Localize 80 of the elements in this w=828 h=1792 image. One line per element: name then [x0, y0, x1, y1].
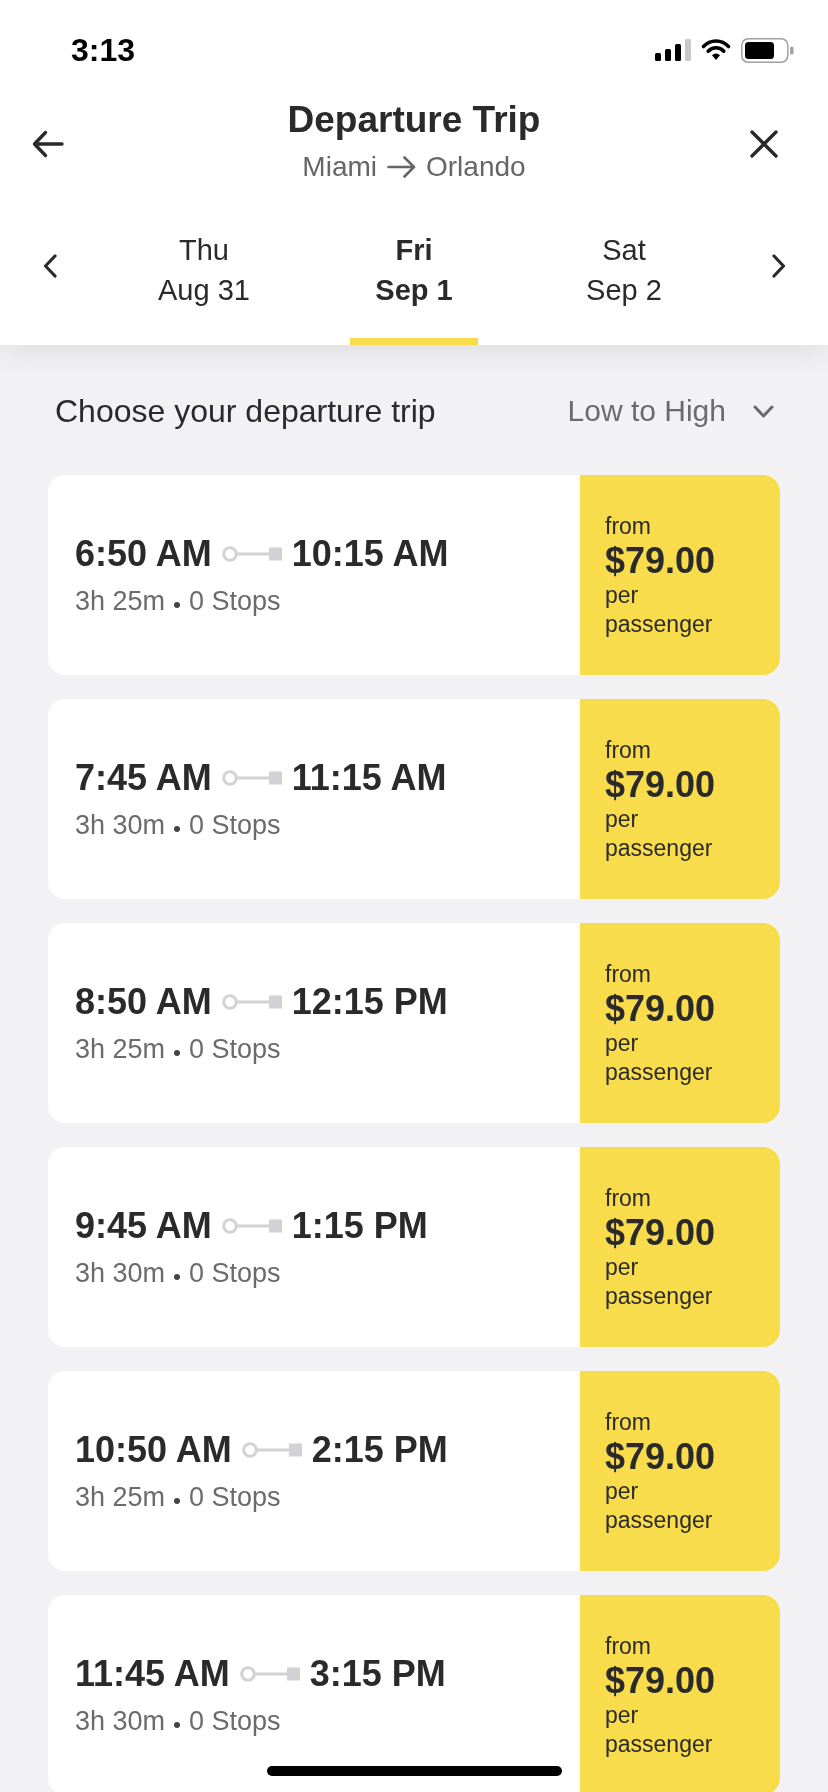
arrival-time: 12:15 PM — [291, 980, 448, 1024]
trip-duration: 3h 30m — [75, 1257, 166, 1290]
wifi-icon — [701, 39, 731, 61]
dot-icon — [174, 602, 181, 608]
price-amount: $79.00 — [605, 1213, 717, 1253]
trip-duration: 3h 25m — [75, 585, 166, 618]
status-time: 3:13 — [71, 34, 136, 66]
trip-card[interactable]: 10:50 AM 2:15 PM 3h 25m 0 Stops from $79.00 per passenger — [48, 1371, 780, 1571]
departure-time: 6:50 AM — [75, 532, 212, 576]
route-line-icon — [221, 770, 282, 786]
departure-time: 7:45 AM — [75, 756, 212, 800]
stop-count: 0 Stops — [189, 585, 281, 618]
price-prefix: from — [605, 1408, 652, 1437]
price-prefix: from — [605, 960, 652, 989]
price-prefix: from — [605, 512, 652, 541]
trip-card[interactable]: 11:45 AM 3:15 PM 3h 30m 0 Stops from $79.00 per passenger — [48, 1595, 780, 1792]
arrival-time: 1:15 PM — [291, 1204, 428, 1248]
arrival-time: 2:15 PM — [311, 1428, 448, 1472]
route-line-icon — [221, 994, 282, 1010]
dot-icon — [174, 1274, 181, 1280]
price-amount: $79.00 — [605, 1661, 717, 1701]
route-destination: Orlando — [426, 150, 526, 184]
close-icon — [750, 129, 778, 158]
dot-icon — [174, 1722, 181, 1728]
departure-time: 11:45 AM — [75, 1652, 230, 1696]
stop-count: 0 Stops — [189, 1033, 281, 1066]
trip-duration: 3h 25m — [75, 1481, 166, 1514]
departure-time: 10:50 AM — [75, 1428, 232, 1472]
stop-count: 0 Stops — [189, 1257, 281, 1290]
date-tab[interactable]: Fri Sep 1 — [309, 187, 519, 345]
arrival-time: 10:15 AM — [291, 532, 449, 576]
trip-duration: 3h 30m — [75, 1705, 166, 1738]
date-tab[interactable]: Thu Aug 31 — [99, 187, 309, 345]
arrow-left-icon — [32, 129, 64, 158]
route-line-icon — [221, 546, 282, 562]
route-line-icon — [241, 1442, 302, 1458]
trip-card[interactable]: 6:50 AM 10:15 AM 3h 25m 0 Stops from $79.00 per passenger — [48, 475, 780, 675]
dot-icon — [174, 826, 181, 832]
date-tab[interactable]: Sat Sep 2 — [519, 187, 729, 345]
price-suffix: per passenger — [605, 581, 713, 639]
route-origin: Miami — [302, 150, 377, 184]
trip-card[interactable]: 9:45 AM 1:15 PM 3h 30m 0 Stops from $79.00 per passenger — [48, 1147, 780, 1347]
battery-icon — [741, 37, 794, 63]
price-amount: $79.00 — [605, 1437, 717, 1477]
price-amount: $79.00 — [605, 989, 717, 1029]
price-suffix: per passenger — [605, 1253, 713, 1311]
price-suffix: per passenger — [605, 805, 713, 863]
stop-count: 0 Stops — [189, 809, 281, 842]
price-prefix: from — [605, 1632, 652, 1661]
close-button[interactable] — [750, 129, 778, 158]
dot-icon — [174, 1050, 181, 1056]
price-prefix: from — [605, 736, 652, 765]
chevron-left-icon — [42, 254, 57, 278]
price-amount: $79.00 — [605, 541, 717, 581]
arrival-time: 3:15 PM — [309, 1652, 446, 1696]
chevron-down-icon — [753, 404, 774, 418]
stop-count: 0 Stops — [189, 1705, 281, 1738]
departure-time: 9:45 AM — [75, 1204, 212, 1248]
stop-count: 0 Stops — [189, 1481, 281, 1514]
price-amount: $79.00 — [605, 765, 717, 805]
price-suffix: per passenger — [605, 1029, 713, 1087]
trip-duration: 3h 30m — [75, 809, 166, 842]
trip-card[interactable]: 8:50 AM 12:15 PM 3h 25m 0 Stops from $79.00 per passenger — [48, 923, 780, 1123]
page-title: Departure Trip — [287, 100, 541, 140]
back-button[interactable] — [32, 129, 64, 158]
chevron-right-icon — [771, 254, 786, 278]
price-suffix: per passenger — [605, 1477, 713, 1535]
trip-card[interactable]: 7:45 AM 11:15 AM 3h 30m 0 Stops from $79.00 per passenger — [48, 699, 780, 899]
route-line-icon — [239, 1666, 300, 1682]
route-line-icon — [221, 1218, 282, 1234]
sort-dropdown[interactable]: Low to High — [567, 391, 774, 431]
price-suffix: per passenger — [605, 1701, 713, 1759]
trip-duration: 3h 25m — [75, 1033, 166, 1066]
arrow-right-icon — [387, 156, 416, 178]
departure-time: 8:50 AM — [75, 980, 212, 1024]
price-prefix: from — [605, 1184, 652, 1213]
dot-icon — [174, 1498, 181, 1504]
list-title: Choose your departure trip — [55, 392, 436, 431]
signal-icon — [655, 39, 691, 61]
arrival-time: 11:15 AM — [291, 756, 447, 800]
